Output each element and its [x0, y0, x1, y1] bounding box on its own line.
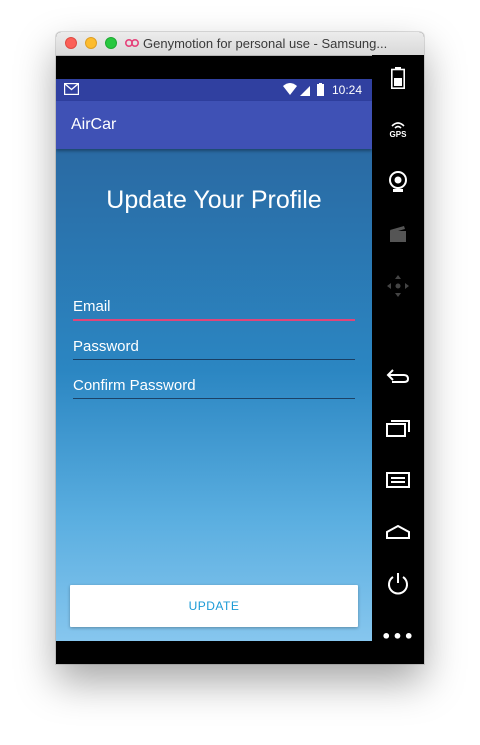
- status-time: 10:24: [332, 83, 363, 97]
- menu-icon: [386, 472, 410, 488]
- window-title: Genymotion for personal use - Samsung...: [143, 36, 388, 51]
- recent-apps-icon: [386, 420, 410, 437]
- more-button[interactable]: •••: [381, 620, 415, 652]
- battery-icon: [317, 84, 324, 96]
- webcam-widget-button[interactable]: [382, 166, 414, 198]
- confirm-password-field[interactable]: [73, 375, 355, 399]
- status-bar: 10:24: [56, 79, 372, 101]
- menu-button[interactable]: [382, 464, 414, 496]
- email-field[interactable]: [73, 297, 355, 321]
- power-icon: [388, 573, 408, 595]
- back-arrow-icon: [386, 369, 410, 383]
- dpad-widget-button[interactable]: [382, 270, 414, 302]
- update-profile-form: Update Your Profile UPDATE: [56, 149, 372, 641]
- recent-apps-button[interactable]: [382, 412, 414, 444]
- gps-signal-icon: [391, 122, 405, 129]
- close-window-button[interactable]: [65, 37, 77, 49]
- app-title: AirCar: [71, 116, 117, 133]
- status-indicators: [283, 83, 324, 96]
- window-titlebar: Genymotion for personal use - Samsung...: [56, 32, 424, 56]
- genymotion-logo-icon: [124, 38, 140, 48]
- genymotion-sidebar: GPS •••: [372, 55, 424, 664]
- gmail-notification-icon: [64, 83, 79, 95]
- page-heading: Update Your Profile: [106, 186, 322, 214]
- update-button[interactable]: UPDATE: [70, 585, 358, 627]
- minimize-window-button[interactable]: [85, 37, 97, 49]
- back-button[interactable]: [382, 360, 414, 392]
- wifi-icon: [283, 83, 297, 95]
- gps-label: GPS: [389, 130, 407, 139]
- zoom-window-button[interactable]: [105, 37, 117, 49]
- password-field[interactable]: [73, 336, 355, 360]
- dpad-icon: [387, 275, 409, 297]
- screencast-widget-button[interactable]: [382, 218, 414, 250]
- more-label: •••: [381, 626, 415, 646]
- clapperboard-icon: [390, 226, 406, 242]
- battery-icon: [391, 67, 405, 89]
- webcam-icon: [389, 171, 407, 192]
- battery-widget-button[interactable]: [382, 62, 414, 94]
- power-button[interactable]: [382, 568, 414, 600]
- genymotion-window: Genymotion for personal use - Samsung...…: [56, 32, 424, 664]
- gps-widget-button[interactable]: GPS: [382, 114, 414, 146]
- android-screen: 10:24 AirCar Update Your Profile UPDATE: [56, 79, 372, 641]
- app-toolbar: AirCar: [56, 101, 372, 149]
- home-icon: [386, 525, 410, 539]
- signal-icon: [300, 86, 310, 96]
- home-button[interactable]: [382, 516, 414, 548]
